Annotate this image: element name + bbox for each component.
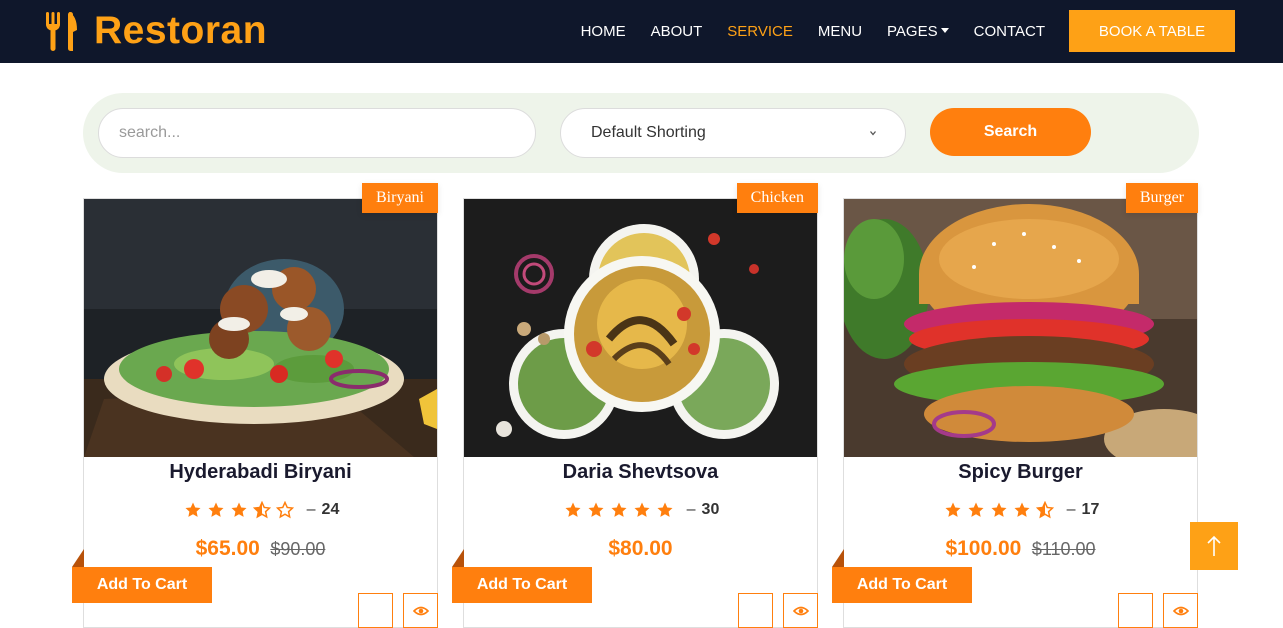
product-card: Burger Spicy Burger – 17 $100.00 $110.00 — [843, 183, 1198, 628]
nav-service[interactable]: SERVICE — [727, 23, 793, 40]
category-tag[interactable]: Burger — [1125, 183, 1198, 213]
product-title[interactable]: Spicy Burger — [844, 461, 1197, 484]
cart-ribbon-fold — [452, 549, 464, 567]
brand-logo[interactable]: Restoran — [44, 8, 267, 54]
rating-separator: – — [686, 501, 696, 518]
old-price: $110.00 — [1031, 539, 1096, 559]
rating-separator: – — [306, 501, 316, 518]
eye-icon — [412, 606, 429, 615]
search-button[interactable]: Search — [930, 108, 1091, 156]
sort-select[interactable]: Default Shorting — [560, 108, 906, 158]
rating-separator: – — [1066, 501, 1076, 518]
nav-pages-label: PAGES — [887, 23, 938, 40]
star-icon — [565, 502, 581, 517]
star-half-icon — [253, 501, 272, 519]
nav-about[interactable]: ABOUT — [651, 23, 703, 40]
eye-icon — [792, 606, 809, 615]
quick-view-button[interactable] — [783, 593, 818, 628]
product-image[interactable] — [84, 199, 437, 457]
back-to-top-button[interactable] — [1190, 522, 1238, 570]
wishlist-button[interactable] — [738, 593, 773, 628]
food-photo-taco — [84, 199, 437, 457]
star-icon — [611, 502, 627, 517]
star-half-icon — [1036, 501, 1055, 519]
sort-selected-value: Default Shorting — [591, 124, 706, 141]
nav-contact[interactable]: CONTACT — [974, 23, 1045, 40]
product-title[interactable]: Hyderabadi Biryani — [84, 461, 437, 484]
star-icon — [991, 502, 1007, 517]
star-icon — [231, 502, 247, 517]
quick-view-button[interactable] — [1163, 593, 1198, 628]
food-photo-noodles — [464, 199, 817, 457]
star-icon — [208, 502, 224, 517]
nav-pages[interactable]: PAGES — [887, 23, 949, 40]
cart-ribbon-fold — [72, 549, 84, 567]
star-outline-icon — [276, 501, 295, 519]
quick-view-button[interactable] — [403, 593, 438, 628]
price: $100.00 $110.00 — [844, 537, 1197, 561]
current-price: $100.00 — [945, 537, 1022, 560]
rating: – 17 — [844, 501, 1197, 519]
nav-menu[interactable]: MENU — [818, 23, 862, 40]
add-to-cart-button[interactable]: Add To Cart — [832, 567, 972, 603]
wishlist-button[interactable] — [1118, 593, 1153, 628]
price: $65.00 $90.00 — [84, 537, 437, 561]
cart-ribbon-fold — [832, 549, 844, 567]
old-price: $90.00 — [270, 539, 326, 559]
star-icon — [588, 502, 604, 517]
add-to-cart-button[interactable]: Add To Cart — [452, 567, 592, 603]
wishlist-button[interactable] — [358, 593, 393, 628]
product-image[interactable] — [464, 199, 817, 457]
brand-name: Restoran — [94, 9, 268, 52]
product-image[interactable] — [844, 199, 1197, 457]
food-photo-burger — [844, 199, 1197, 457]
price: $80.00 — [464, 537, 817, 561]
add-to-cart-button[interactable]: Add To Cart — [72, 567, 212, 603]
filter-bar: Default Shorting Search — [83, 93, 1199, 173]
star-icon — [185, 502, 201, 517]
nav-home[interactable]: HOME — [581, 23, 626, 40]
product-title[interactable]: Daria Shevtsova — [464, 461, 817, 484]
product-card: Biryani Hyderabadi Biryani – 24 $65.00 $… — [83, 183, 438, 628]
nav-links: HOME ABOUT SERVICE MENU PAGES CONTACT — [556, 0, 1045, 63]
search-input[interactable] — [98, 108, 536, 158]
book-table-button[interactable]: BOOK A TABLE — [1069, 10, 1235, 52]
star-icon — [634, 502, 650, 517]
utensils-icon — [46, 12, 77, 51]
review-count: 30 — [701, 501, 720, 518]
star-icon — [945, 502, 961, 517]
rating: – 24 — [84, 501, 437, 519]
star-icon — [968, 502, 984, 517]
review-count: 24 — [321, 501, 340, 518]
review-count: 17 — [1081, 501, 1100, 518]
caret-down-icon — [940, 28, 949, 33]
product-card: Chicken Daria Shevtsova – 30 $80.00 — [463, 183, 818, 628]
category-tag[interactable]: Biryani — [362, 183, 438, 213]
star-icon — [657, 502, 673, 517]
eye-icon — [1172, 606, 1189, 615]
current-price: $80.00 — [608, 537, 673, 560]
navbar: Restoran HOME ABOUT SERVICE MENU PAGES C… — [0, 0, 1283, 63]
current-price: $65.00 — [195, 537, 260, 560]
category-tag[interactable]: Chicken — [736, 183, 818, 213]
chevron-down-icon — [870, 131, 876, 136]
rating: – 30 — [464, 501, 817, 519]
arrow-up-icon — [1207, 535, 1221, 556]
star-icon — [1014, 502, 1030, 517]
